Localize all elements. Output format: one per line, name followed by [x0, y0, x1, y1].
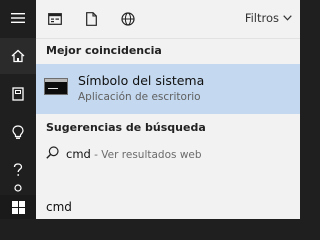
home-button[interactable]	[0, 38, 36, 74]
web-suggestion-item[interactable]: cmd - Ver resultados web	[36, 141, 300, 167]
user-icon	[14, 184, 22, 192]
document-icon	[85, 12, 97, 26]
search-results-panel: Filtros Mejor coincidencia Símbolo del s…	[36, 0, 300, 195]
taskbar: cmd	[0, 195, 300, 219]
help-icon	[13, 163, 23, 176]
suggestions-heading: Sugerencias de búsqueda	[46, 121, 206, 134]
account-button[interactable]	[0, 181, 36, 195]
menu-button[interactable]	[0, 0, 36, 36]
suggestion-separator: -	[90, 149, 102, 161]
hamburger-icon	[11, 13, 25, 23]
documents-filter-button[interactable]	[82, 10, 100, 28]
best-match-result[interactable]: Símbolo del sistema Aplicación de escrit…	[36, 64, 300, 114]
search-icon	[46, 146, 59, 159]
search-input[interactable]: cmd	[36, 195, 300, 219]
web-globe-icon	[121, 12, 135, 26]
start-button[interactable]	[0, 195, 36, 219]
tips-button[interactable]	[0, 114, 36, 150]
lightbulb-icon	[12, 124, 24, 139]
apps-filter-button[interactable]	[46, 10, 64, 28]
best-match-subtitle: Aplicación de escritorio	[78, 91, 201, 103]
chevron-down-icon	[283, 15, 292, 21]
filters-dropdown[interactable]: Filtros	[245, 11, 292, 25]
search-input-value: cmd	[46, 200, 72, 214]
web-filter-button[interactable]	[119, 10, 137, 28]
suggestion-hint: Ver resultados web	[101, 149, 202, 161]
windows-logo-icon	[11, 200, 25, 214]
best-match-heading: Mejor coincidencia	[46, 44, 162, 57]
apps-icon	[48, 13, 62, 25]
suggestion-text: cmd - Ver resultados web	[66, 147, 202, 161]
suggestion-query: cmd	[66, 147, 91, 161]
filter-bar: Filtros	[36, 0, 300, 39]
command-prompt-icon	[44, 78, 68, 95]
home-icon	[11, 49, 25, 63]
notebook-button[interactable]	[0, 76, 36, 112]
notebook-icon	[12, 87, 24, 101]
filters-label: Filtros	[244, 11, 279, 25]
left-rail	[0, 0, 36, 195]
best-match-title: Símbolo del sistema	[78, 73, 205, 88]
